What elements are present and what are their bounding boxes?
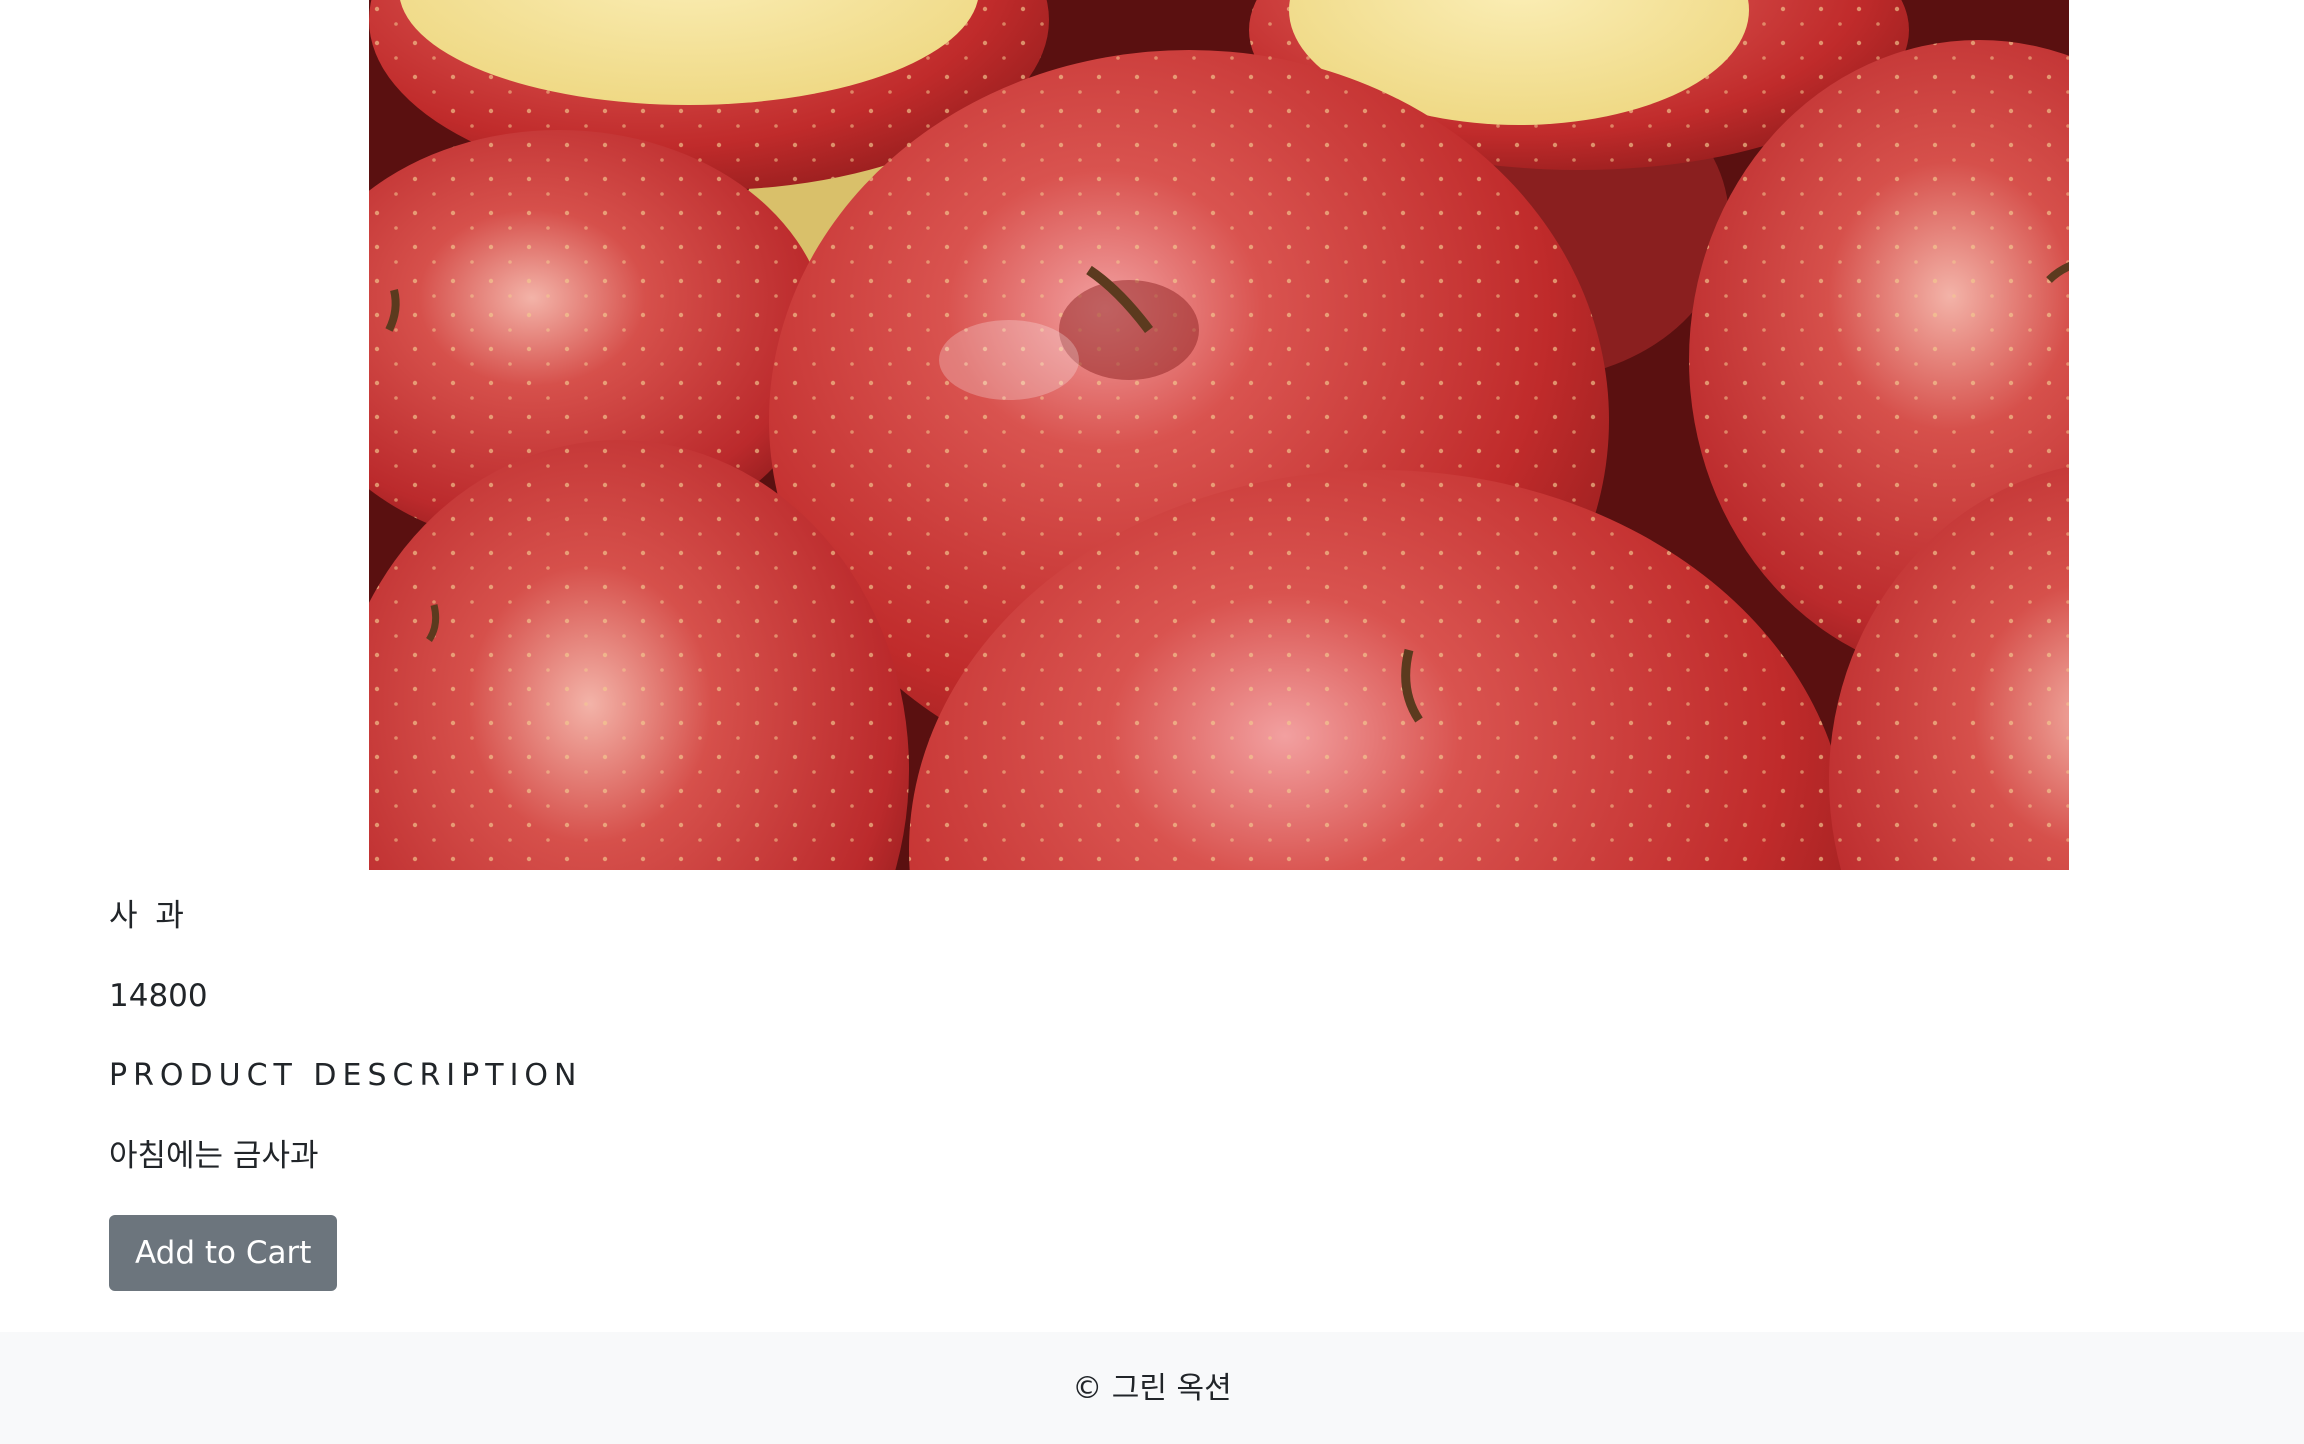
product-description: 아침에는 금사과 (109, 1138, 319, 1174)
product-name: 사 과 (109, 898, 188, 934)
product-image (369, 0, 2069, 870)
footer-copyright: © 그린 옥션 (1072, 1371, 1232, 1406)
product-price: 14800 (109, 978, 208, 1014)
footer: © 그린 옥션 (0, 1332, 2304, 1444)
description-heading: Product Description (109, 1058, 583, 1093)
add-to-cart-button[interactable]: Add to Cart (109, 1215, 338, 1291)
product-detail-page: 사 과 14800 Product Description 아침에는 금사과 A… (0, 0, 2304, 1444)
